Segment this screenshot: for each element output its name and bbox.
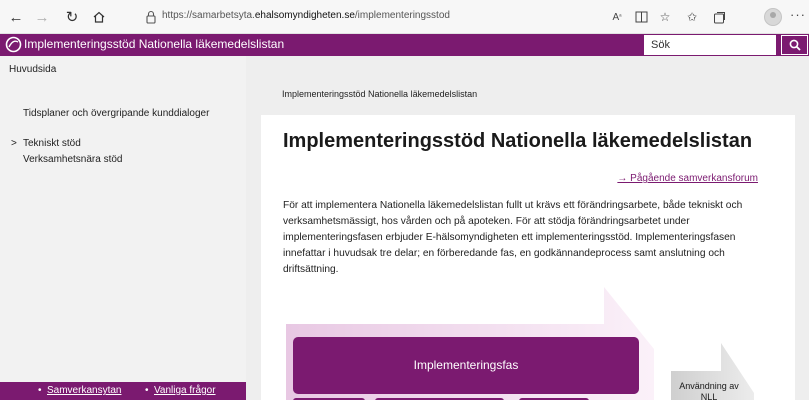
bullet: •: [38, 385, 42, 396]
expand-caret-icon[interactable]: >: [11, 138, 17, 149]
main-content: Implementeringsstöd Nationella läkemedel…: [246, 56, 809, 400]
intro-paragraph: För att implementera Nationella läkemede…: [283, 200, 743, 275]
logo-icon[interactable]: [5, 36, 22, 53]
implementation-phase-label: Implementeringsfas: [413, 358, 519, 372]
refresh-icon[interactable]: ↻: [62, 7, 82, 27]
address-bar[interactable]: https://samarbetsyta.ehalsomyndigheten.s…: [162, 10, 450, 21]
collections-icon[interactable]: [710, 8, 728, 26]
site-title[interactable]: Implementeringsstöd Nationella läkemedel…: [24, 37, 284, 51]
search-input[interactable]: [644, 35, 776, 55]
site-header: Implementeringsstöd Nationella läkemedel…: [0, 34, 809, 56]
favorites-icon[interactable]: ✩: [683, 8, 701, 26]
back-arrow-icon[interactable]: ←: [6, 7, 26, 27]
sidebar-footer: • Samverkansytan • Vanliga frågor: [0, 382, 246, 400]
usage-label: Användning av NLL: [679, 381, 739, 400]
page-title: Implementeringsstöd Nationella läkemedel…: [283, 130, 753, 152]
search-icon: [789, 39, 801, 51]
bullet: •: [145, 385, 149, 396]
sidebar-item-tidsplaner[interactable]: Tidsplaner och övergripande kunddialoger: [23, 108, 223, 120]
footer-link-vanliga-fragor[interactable]: Vanliga frågor: [154, 385, 216, 396]
home-icon[interactable]: [89, 7, 109, 27]
implementation-diagram: Implementeringsfas Användning av NLL: [286, 287, 766, 400]
more-icon[interactable]: ···: [790, 7, 806, 22]
favorite-star-icon[interactable]: ☆: [656, 8, 674, 26]
link-pagaende-samverkansforum[interactable]: → Pågående samverkansforum: [617, 173, 758, 184]
breadcrumb[interactable]: Implementeringsstöd Nationella läkemedel…: [282, 89, 477, 99]
search-button[interactable]: [781, 35, 808, 55]
read-aloud-icon[interactable]: Aᵃ: [608, 8, 626, 26]
content-card: Implementeringsstöd Nationella läkemedel…: [261, 115, 795, 400]
forward-arrow-icon[interactable]: →: [32, 7, 52, 27]
browser-toolbar: ← → ↻ https://samarbetsyta.ehalsomyndigh…: [0, 0, 809, 34]
reader-view-icon[interactable]: [632, 8, 650, 26]
footer-link-samverkansytan[interactable]: Samverkansytan: [47, 385, 121, 396]
lock-icon[interactable]: [144, 9, 158, 25]
sidebar: Huvudsida Tidsplaner och övergripande ku…: [0, 56, 246, 400]
sidebar-item-home[interactable]: Huvudsida: [9, 64, 56, 75]
profile-icon[interactable]: [764, 8, 782, 26]
sidebar-item-verksamhetsnara-stod[interactable]: Verksamhetsnära stöd: [23, 154, 223, 166]
sidebar-item-tekniskt-stod[interactable]: Tekniskt stöd: [23, 138, 223, 150]
